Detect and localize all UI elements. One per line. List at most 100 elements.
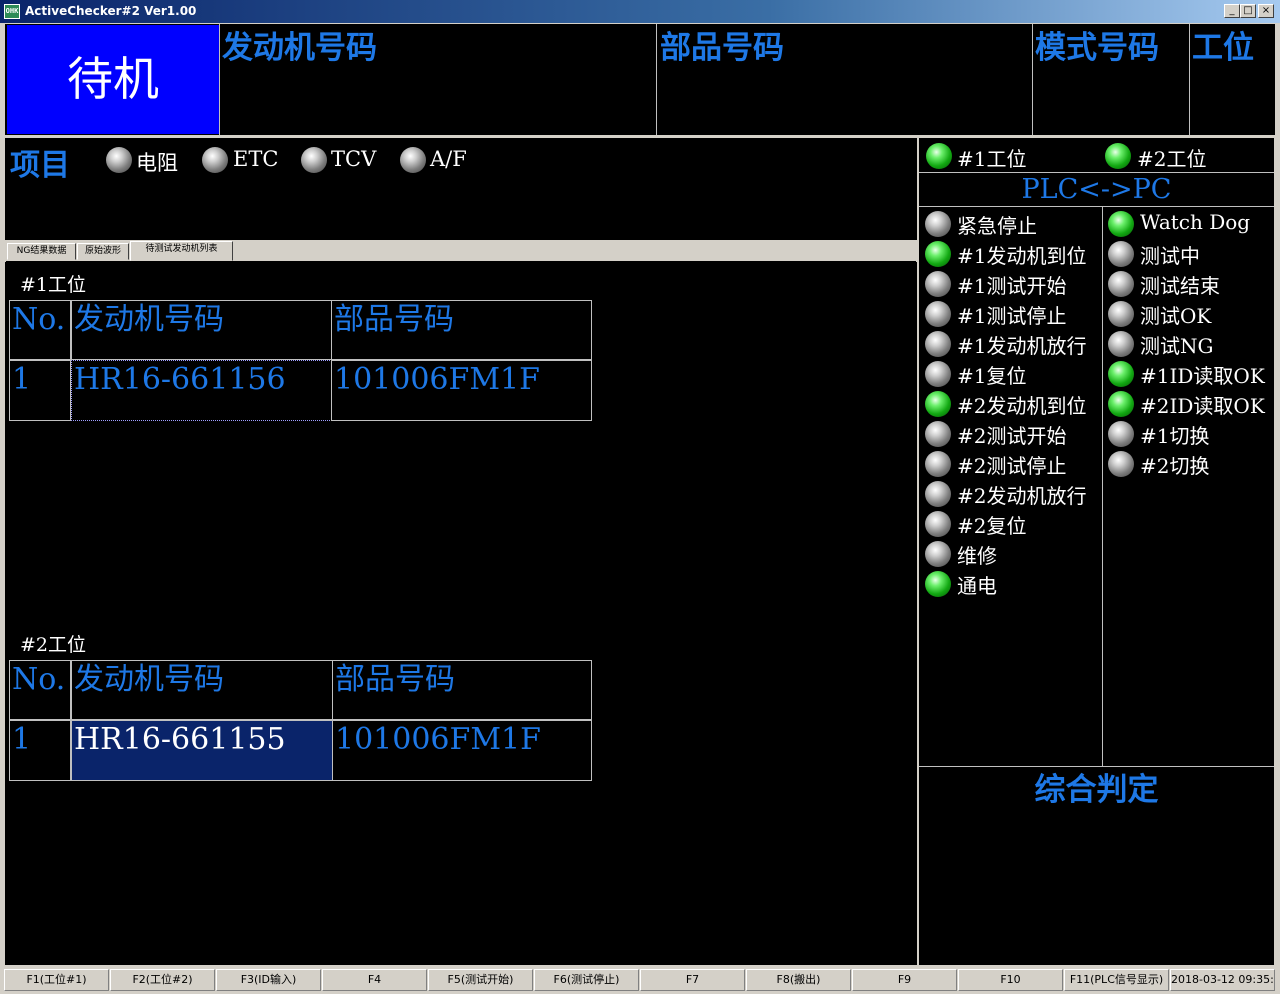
item-label-tcv: TCV [331, 147, 377, 171]
tab-raw-waveform[interactable]: 原始波形 [77, 243, 129, 260]
plc-signal-label: 通电 [957, 574, 997, 598]
etc-led-icon [202, 147, 228, 173]
plc-title: PLC<->PC [1021, 174, 1172, 205]
item-label-resistance: 电阻 [136, 151, 178, 175]
station2-header-part: 部品号码 [332, 660, 592, 720]
station1-row-engine[interactable]: HR16-661156 [71, 360, 332, 421]
station1-header-no: No. [9, 300, 71, 360]
plc-status-led-icon [1108, 361, 1134, 387]
divider [919, 206, 1274, 207]
plc-signal-led-icon [925, 271, 951, 297]
close-button[interactable]: × [1258, 4, 1274, 18]
plc-status-led-icon [1108, 331, 1134, 357]
plc-signal-led-icon [925, 211, 951, 237]
station1-row-part[interactable]: 101006FM1F [331, 360, 592, 421]
station2-status-led-icon [1105, 143, 1131, 169]
plc-signal-led-icon [925, 451, 951, 477]
fkey-button-2[interactable]: F2(工位#2) [110, 969, 215, 991]
plc-status-led-icon [1108, 421, 1134, 447]
station1-row-no[interactable]: 1 [9, 360, 71, 421]
tcv-led-icon [301, 147, 327, 173]
plc-status-label: 测试OK [1140, 304, 1212, 328]
plc-signal-label: #2测试开始 [957, 424, 1067, 448]
status-indicator: 待机 [7, 25, 219, 134]
plc-signal-led-icon [925, 331, 951, 357]
station2-title: #2工位 [20, 634, 87, 656]
plc-signal-led-icon [925, 361, 951, 387]
station2-header-engine: 发动机号码 [71, 660, 333, 720]
plc-signal-label: #1测试停止 [957, 304, 1067, 328]
plc-status-label: #1切换 [1140, 424, 1210, 448]
divider [219, 24, 220, 135]
station1-header-engine: 发动机号码 [71, 300, 332, 360]
plc-signal-label: #1发动机放行 [957, 334, 1087, 358]
plc-status-led-icon [1108, 301, 1134, 327]
plc-status-label: 测试结束 [1140, 274, 1220, 298]
app-window: OHK ActiveChecker#2 Ver1.00 _ □ × 待机 发动机… [0, 0, 1280, 994]
plc-status-led-icon [1108, 391, 1134, 417]
item-label-etc: ETC [233, 147, 279, 171]
resistance-led-icon [106, 147, 132, 173]
window-title: ActiveChecker#2 Ver1.00 [25, 4, 197, 18]
item-label-af: A/F [430, 147, 467, 171]
plc-signal-label: #2发动机到位 [957, 394, 1087, 418]
maximize-button[interactable]: □ [1240, 4, 1256, 18]
fkey-button-5[interactable]: F5(测试开始) [428, 969, 533, 991]
fkey-button-10[interactable]: F10 [958, 969, 1063, 991]
fkey-button-8[interactable]: F8(搬出) [746, 969, 851, 991]
station-label: 工位 [1192, 30, 1254, 66]
plc-status-led-icon [1108, 271, 1134, 297]
plc-signal-led-icon [925, 391, 951, 417]
plc-signal-led-icon [925, 301, 951, 327]
fkey-button-9[interactable]: F9 [852, 969, 957, 991]
tab-pending-engines[interactable]: 待测试发动机列表 [130, 241, 233, 261]
plc-signal-label: #1发动机到位 [957, 244, 1087, 268]
fkey-button-7[interactable]: F7 [640, 969, 745, 991]
plc-status-label: 测试中 [1140, 244, 1200, 268]
station2-row-engine[interactable]: HR16-661155 [71, 720, 333, 781]
mode-no-label: 模式号码 [1035, 30, 1159, 66]
station1-title: #1工位 [20, 274, 87, 296]
station2-row-no[interactable]: 1 [9, 720, 71, 781]
plc-status-label: 测试NG [1140, 334, 1214, 358]
station2-row-part[interactable]: 101006FM1F [332, 720, 592, 781]
items-title: 项目 [10, 148, 70, 183]
fkey-button-11[interactable]: F11(PLC信号显示) [1064, 969, 1169, 991]
plc-signal-led-icon [925, 241, 951, 267]
app-icon: OHK [4, 4, 20, 19]
station2-status-label: #2工位 [1137, 147, 1207, 171]
part-no-label: 部品号码 [660, 30, 784, 66]
plc-signal-label: #1测试开始 [957, 274, 1067, 298]
engine-no-label: 发动机号码 [222, 30, 377, 66]
title-bar[interactable]: OHK ActiveChecker#2 Ver1.00 _ □ × [0, 0, 1280, 23]
fkey-button-6[interactable]: F6(测试停止) [534, 969, 639, 991]
divider [919, 172, 1274, 173]
fkey-button-1[interactable]: F1(工位#1) [4, 969, 109, 991]
plc-signal-label: #2复位 [957, 514, 1027, 538]
divider [1102, 206, 1103, 766]
tab-ng-results[interactable]: NG结果数据 [7, 243, 76, 260]
plc-status-label: #2ID读取OK [1140, 394, 1265, 418]
plc-signal-led-icon [925, 571, 951, 597]
plc-status-label: #1ID读取OK [1140, 364, 1265, 388]
plc-signal-label: 紧急停止 [957, 214, 1037, 238]
minimize-button[interactable]: _ [1224, 4, 1240, 18]
judgement-title: 综合判定 [1034, 772, 1159, 808]
station1-header-part: 部品号码 [331, 300, 592, 360]
divider [656, 24, 657, 135]
af-led-icon [400, 147, 426, 173]
divider [1032, 24, 1033, 135]
clock-display: 2018-03-12 09:35:07 [1170, 969, 1275, 991]
plc-signal-led-icon [925, 481, 951, 507]
plc-signal-label: #2测试停止 [957, 454, 1067, 478]
plc-signal-led-icon [925, 421, 951, 447]
station2-header-no: No. [9, 660, 71, 720]
plc-signal-led-icon [925, 541, 951, 567]
divider [1189, 24, 1190, 135]
fkey-button-3[interactable]: F3(ID输入) [216, 969, 321, 991]
station1-status-label: #1工位 [957, 147, 1027, 171]
plc-signal-label: #1复位 [957, 364, 1027, 388]
plc-status-led-icon [1108, 451, 1134, 477]
plc-status-led-icon [1108, 211, 1134, 237]
fkey-button-4[interactable]: F4 [322, 969, 427, 991]
